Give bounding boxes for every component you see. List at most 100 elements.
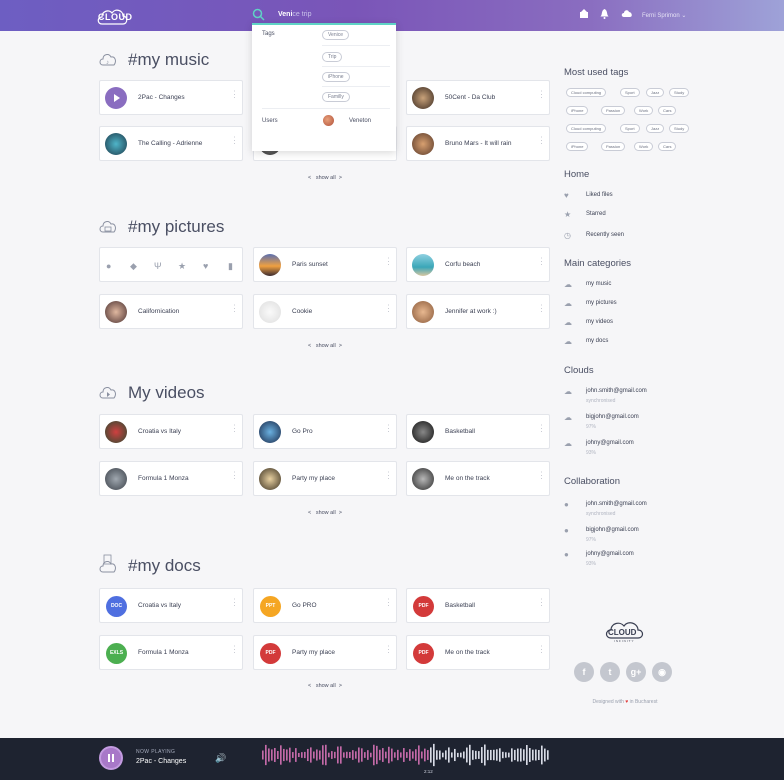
- tag-chip[interactable]: Work: [634, 142, 654, 151]
- picture-card[interactable]: Cookie ⋮: [253, 294, 397, 329]
- music-title: 50Cent - Da Club: [445, 94, 496, 101]
- more-options-icon[interactable]: ⋮: [384, 304, 393, 319]
- tag-chip[interactable]: Study: [669, 88, 690, 97]
- more-options-icon[interactable]: ⋮: [230, 304, 239, 319]
- tag-chip[interactable]: Study: [669, 124, 690, 133]
- dropdown-user-name[interactable]: Veneton: [349, 118, 371, 124]
- instagram-icon[interactable]: ◉: [652, 662, 672, 682]
- waveform-seekbar[interactable]: [262, 742, 550, 768]
- play-icon[interactable]: [105, 87, 127, 109]
- video-card[interactable]: Basketball ⋮: [406, 414, 550, 449]
- pause-button[interactable]: [99, 746, 123, 770]
- dropdown-tag[interactable]: iPhone: [322, 72, 350, 82]
- user-menu[interactable]: Ferni Sprimon ⌄: [642, 12, 686, 19]
- more-options-icon[interactable]: ⋮: [384, 598, 393, 613]
- tag-chip[interactable]: Work: [634, 106, 654, 115]
- tag-chip[interactable]: Cars: [658, 142, 677, 151]
- more-options-icon[interactable]: ⋮: [537, 257, 546, 272]
- picture-card[interactable]: Californication ⋮: [99, 294, 243, 329]
- doc-card[interactable]: EXLS Formula 1 Monza ⋮: [99, 635, 243, 670]
- share-icon[interactable]: Ψ: [154, 261, 162, 271]
- avatar[interactable]: [323, 115, 334, 126]
- picture-card[interactable]: Corfu beach ⋮: [406, 247, 550, 282]
- sidebar-item-label: my docs: [586, 338, 609, 344]
- tag-chip[interactable]: Passion: [601, 106, 626, 115]
- more-options-icon[interactable]: ⋮: [230, 136, 239, 151]
- more-options-icon[interactable]: ⋮: [537, 598, 546, 613]
- show-all-link[interactable]: < show all >: [295, 510, 355, 516]
- tag-icon[interactable]: ◆: [130, 261, 137, 272]
- more-options-icon[interactable]: ⋮: [230, 471, 239, 486]
- picture-card[interactable]: Paris sunset ⋮: [253, 247, 397, 282]
- show-all-link[interactable]: < show all >: [295, 343, 355, 349]
- dropdown-tag[interactable]: Familly: [322, 92, 350, 102]
- more-options-icon[interactable]: ⋮: [230, 598, 239, 613]
- waveform-bar: [481, 747, 483, 763]
- search-input[interactable]: Venice trip: [278, 11, 311, 18]
- more-options-icon[interactable]: ⋮: [537, 90, 546, 105]
- tag-chip[interactable]: Jazz: [646, 88, 665, 97]
- more-options-icon[interactable]: ⋮: [537, 645, 546, 660]
- tag-chip[interactable]: Passion: [601, 142, 626, 151]
- more-options-icon[interactable]: ⋮: [537, 424, 546, 439]
- more-options-icon[interactable]: ⋮: [537, 304, 546, 319]
- music-card[interactable]: 2Pac - Changes ⋮: [99, 80, 243, 115]
- more-options-icon[interactable]: ⋮: [537, 136, 546, 151]
- doc-card[interactable]: PDF Me on the track ⋮: [406, 635, 550, 670]
- trash-icon[interactable]: ▮: [228, 261, 233, 272]
- picture-card[interactable]: Jennifer at work :) ⋮: [406, 294, 550, 329]
- waveform-bar: [298, 752, 300, 758]
- video-card[interactable]: Me on the track ⋮: [406, 461, 550, 496]
- app-logo[interactable]: CLOUD: [96, 6, 132, 26]
- tag-chip[interactable]: iPhone: [566, 106, 589, 115]
- waveform-bar: [289, 747, 291, 763]
- doc-card[interactable]: PPT Go PRO ⋮: [253, 588, 397, 623]
- footer-logo-subtext: INFINITY: [614, 639, 635, 643]
- show-all-link[interactable]: < show all >: [295, 683, 355, 689]
- music-card[interactable]: Bruno Mars - It will rain ⋮: [406, 126, 550, 161]
- more-options-icon[interactable]: ⋮: [384, 257, 393, 272]
- doc-card[interactable]: PDF Party my place ⋮: [253, 635, 397, 670]
- cloud-icon[interactable]: [621, 9, 633, 20]
- video-card[interactable]: Go Pro ⋮: [253, 414, 397, 449]
- tag-chip[interactable]: Sport: [620, 88, 640, 97]
- waveform-bar: [418, 745, 420, 765]
- doc-card[interactable]: PDF Basketball ⋮: [406, 588, 550, 623]
- tag-chip[interactable]: Jazz: [646, 124, 665, 133]
- waveform-bar: [310, 747, 312, 763]
- video-card[interactable]: Formula 1 Monza ⋮: [99, 461, 243, 496]
- dropdown-tag[interactable]: Venice: [322, 30, 350, 40]
- dropdown-tag[interactable]: Trip: [322, 52, 343, 62]
- more-options-icon[interactable]: ⋮: [384, 424, 393, 439]
- tag-chip[interactable]: iPhone: [566, 142, 589, 151]
- tag-chip[interactable]: Cars: [658, 106, 677, 115]
- search-icon[interactable]: [252, 8, 265, 21]
- music-card[interactable]: 50Cent - Da Club ⋮: [406, 80, 550, 115]
- upload-icon[interactable]: [579, 9, 589, 21]
- volume-icon[interactable]: 🔊: [215, 753, 226, 764]
- show-all-link[interactable]: < show all >: [295, 175, 355, 181]
- picture-title: Californication: [138, 308, 180, 315]
- tag-chip[interactable]: Cloud computing: [566, 124, 607, 133]
- music-card[interactable]: The Calling - Adrienne ⋮: [99, 126, 243, 161]
- twitter-icon[interactable]: t: [600, 662, 620, 682]
- more-options-icon[interactable]: ⋮: [537, 471, 546, 486]
- waveform-bar: [373, 744, 375, 766]
- star-icon[interactable]: ★: [178, 261, 186, 272]
- more-options-icon[interactable]: ⋮: [384, 645, 393, 660]
- more-options-icon[interactable]: ⋮: [230, 424, 239, 439]
- heart-icon[interactable]: ♥: [203, 261, 208, 271]
- bell-icon[interactable]: [600, 9, 609, 21]
- more-options-icon[interactable]: ⋮: [230, 90, 239, 105]
- doc-card[interactable]: DOC Croatia vs Italy ⋮: [99, 588, 243, 623]
- more-options-icon[interactable]: ⋮: [384, 471, 393, 486]
- google-plus-icon[interactable]: g+: [626, 662, 646, 682]
- tag-chip[interactable]: Cloud computing: [566, 88, 607, 97]
- video-card[interactable]: Party my place ⋮: [253, 461, 397, 496]
- tag-chip[interactable]: Sport: [620, 124, 640, 133]
- more-options-icon[interactable]: ⋮: [230, 645, 239, 660]
- divider: [322, 45, 390, 46]
- facebook-icon[interactable]: f: [574, 662, 594, 682]
- info-icon[interactable]: ●: [106, 261, 111, 271]
- video-card[interactable]: Croatia vs Italy ⋮: [99, 414, 243, 449]
